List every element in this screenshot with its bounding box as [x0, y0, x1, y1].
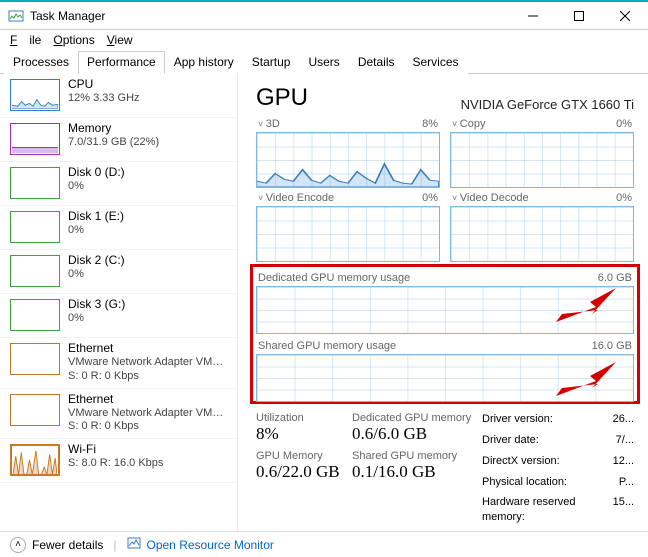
sidebar-item-cpu[interactable]: CPU12% 3.33 GHz [0, 74, 237, 118]
chart-dedicated-mem[interactable] [256, 286, 634, 334]
thumbnail-chart [10, 79, 60, 111]
sidebar-item-title: Memory [68, 121, 159, 136]
sidebar-item-ethernet[interactable]: EthernetVMware Network Adapter VMnet8S: … [0, 389, 237, 440]
sidebar-item-disk-1-e-[interactable]: Disk 1 (E:)0% [0, 206, 237, 250]
chart-video-encode[interactable]: Video Encode0% [256, 192, 440, 262]
sidebar-item-disk-2-c-[interactable]: Disk 2 (C:)0% [0, 250, 237, 294]
sidebar-item-memory[interactable]: Memory7.0/31.9 GB (22%) [0, 118, 237, 162]
sidebar-item-sub: 7.0/31.9 GB (22%) [68, 136, 159, 150]
sidebar-item-sub: VMware Network Adapter VMnet1 [68, 356, 228, 370]
chevron-up-icon[interactable]: ˄ [10, 537, 26, 553]
thumbnail-chart [10, 343, 60, 375]
sidebar-item-sub: 0% [68, 224, 124, 238]
sidebar-item-disk-0-d-[interactable]: Disk 0 (D:)0% [0, 162, 237, 206]
resource-monitor-icon [127, 536, 141, 553]
tab-bar: Processes Performance App history Startu… [0, 50, 648, 74]
dedicated-mem-label: Dedicated GPU memory usage [258, 272, 410, 284]
menu-view[interactable]: View [101, 31, 139, 49]
open-resource-monitor-link[interactable]: Open Resource Monitor [147, 538, 274, 552]
tab-app-history[interactable]: App history [165, 51, 243, 74]
thumbnail-chart [10, 167, 60, 199]
thumbnail-chart [10, 255, 60, 287]
gpu-stats: Utilization 8% GPU Memory 0.6/22.0 GB De… [256, 412, 634, 525]
chart-3d[interactable]: 3D8% [256, 118, 440, 188]
sidebar-item-disk-3-g-[interactable]: Disk 3 (G:)0% [0, 294, 237, 338]
stat-gpu-memory: 0.6/22.0 GB [256, 462, 342, 482]
chart-shared-mem[interactable] [256, 354, 634, 402]
sidebar-item-title: Ethernet [68, 392, 228, 407]
sidebar-item-title: Disk 2 (C:) [68, 253, 125, 268]
sidebar-item-title: Disk 1 (E:) [68, 209, 124, 224]
window-title: Task Manager [30, 9, 510, 23]
thumbnail-chart [10, 211, 60, 243]
stat-dedicated: 0.6/6.0 GB [352, 424, 472, 444]
thumbnail-chart [10, 444, 60, 476]
chart-video-decode[interactable]: Video Decode0% [450, 192, 634, 262]
tab-users[interactable]: Users [299, 51, 348, 74]
sidebar-item-title: Disk 0 (D:) [68, 165, 125, 180]
footer-bar: ˄ Fewer details | Open Resource Monitor [0, 531, 648, 557]
chart-copy[interactable]: Copy0% [450, 118, 634, 188]
sidebar-item-sub: S: 8.0 R: 16.0 Kbps [68, 457, 163, 471]
menu-file[interactable]: File [4, 31, 47, 49]
sidebar-item-sub: 12% 3.33 GHz [68, 92, 140, 106]
gpu-model: NVIDIA GeForce GTX 1660 Ti [461, 97, 634, 112]
sidebar-item-title: Ethernet [68, 341, 228, 356]
sidebar-item-title: CPU [68, 77, 140, 92]
fewer-details-button[interactable]: Fewer details [32, 538, 103, 552]
stat-shared: 0.1/16.0 GB [352, 462, 472, 482]
memory-charts-block: Dedicated GPU memory usage6.0 GB Shared … [256, 266, 634, 402]
sidebar-item-sub2: S: 0 R: 0 Kbps [68, 420, 228, 434]
title-bar: Task Manager [0, 0, 648, 30]
chart-grid: 3D8% Copy0% Video Encode0% Video Decode0… [256, 118, 634, 402]
sidebar-item-title: Disk 3 (G:) [68, 297, 125, 312]
close-button[interactable] [602, 1, 648, 31]
stat-utilization: 8% [256, 424, 342, 444]
tab-services[interactable]: Services [404, 51, 468, 74]
sidebar-item-sub: VMware Network Adapter VMnet8 [68, 407, 228, 421]
sidebar-item-sub: 0% [68, 312, 125, 326]
content-area: CPU12% 3.33 GHzMemory7.0/31.9 GB (22%)Di… [0, 74, 648, 531]
sidebar-item-wi-fi[interactable]: Wi-FiS: 8.0 R: 16.0 Kbps [0, 439, 237, 483]
sidebar-item-sub: 0% [68, 268, 125, 282]
app-icon [8, 8, 24, 24]
page-title: GPU [256, 84, 308, 112]
thumbnail-chart [10, 123, 60, 155]
sidebar-item-ethernet[interactable]: EthernetVMware Network Adapter VMnet1S: … [0, 338, 237, 389]
sidebar-item-sub2: S: 0 R: 0 Kbps [68, 370, 228, 384]
tab-processes[interactable]: Processes [4, 51, 78, 74]
sidebar[interactable]: CPU12% 3.33 GHzMemory7.0/31.9 GB (22%)Di… [0, 74, 238, 531]
main-panel: GPU NVIDIA GeForce GTX 1660 Ti 3D8% Copy… [238, 74, 648, 531]
menu-bar: File Options View [0, 30, 648, 50]
maximize-button[interactable] [556, 1, 602, 31]
thumbnail-chart [10, 299, 60, 331]
minimize-button[interactable] [510, 1, 556, 31]
tab-performance[interactable]: Performance [78, 51, 165, 74]
sidebar-item-title: Wi-Fi [68, 442, 163, 457]
sidebar-item-sub: 0% [68, 180, 125, 194]
tab-details[interactable]: Details [349, 51, 404, 74]
shared-mem-label: Shared GPU memory usage [258, 340, 396, 352]
thumbnail-chart [10, 394, 60, 426]
tab-startup[interactable]: Startup [243, 51, 300, 74]
menu-options[interactable]: Options [47, 31, 100, 49]
